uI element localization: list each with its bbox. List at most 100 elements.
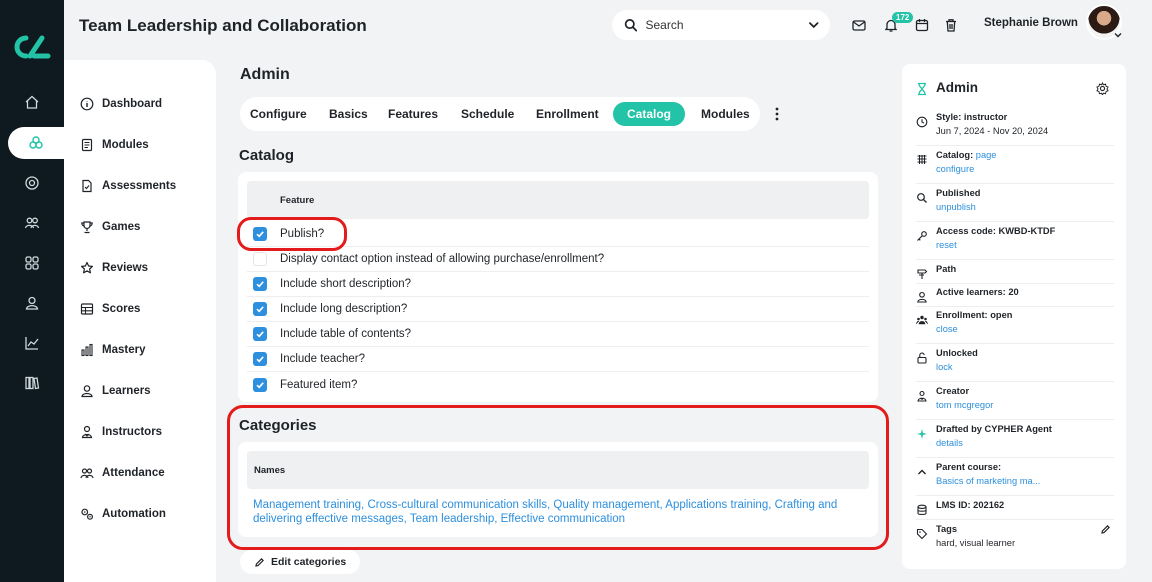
instructor-icon bbox=[81, 425, 93, 439]
tab-basics[interactable]: Basics bbox=[319, 102, 378, 126]
rail-people-icon[interactable] bbox=[0, 207, 64, 239]
tab-schedule[interactable]: Schedule bbox=[451, 102, 524, 126]
publish-checkbox[interactable] bbox=[253, 227, 267, 241]
catalog-configure-link[interactable]: configure bbox=[936, 162, 996, 176]
panel-item-label: Drafted by CYPHER Agent bbox=[936, 424, 1052, 434]
search-box[interactable] bbox=[612, 10, 830, 40]
panel-item-tags: Tags hard, visual learner bbox=[916, 522, 1114, 558]
category-link[interactable]: Effective communication bbox=[501, 513, 625, 525]
panel-item-label: Path bbox=[936, 264, 957, 274]
sidebar-item-mastery[interactable]: Mastery bbox=[80, 341, 145, 359]
feature-row-table-of-contents[interactable]: Include table of contents? bbox=[247, 322, 869, 347]
feature-label: Featured item? bbox=[280, 378, 358, 391]
sidebar-item-label: Dashboard bbox=[102, 98, 163, 110]
star-icon bbox=[81, 261, 93, 274]
tab-bar: Configure Basics Features Schedule Enrol… bbox=[240, 97, 760, 131]
contact-option-checkbox[interactable] bbox=[253, 252, 267, 266]
feature-label: Include short description? bbox=[280, 278, 412, 290]
calendar-icon[interactable] bbox=[914, 17, 930, 33]
feature-row-teacher[interactable]: Include teacher? bbox=[247, 347, 869, 372]
creator-link[interactable]: tom mcgregor bbox=[936, 398, 993, 412]
table-icon bbox=[80, 303, 94, 315]
app-logo-icon[interactable] bbox=[12, 32, 52, 62]
sidebar-item-automation[interactable]: Automation bbox=[80, 505, 166, 523]
panel-item-label: Access code: KWBD-KTDF bbox=[936, 226, 1056, 236]
check-icon bbox=[256, 306, 264, 313]
tab-modules[interactable]: Modules bbox=[691, 102, 760, 126]
sidebar-item-modules[interactable]: Modules bbox=[80, 136, 149, 154]
user-name[interactable]: Stephanie Brown bbox=[984, 17, 1078, 29]
sidebar-item-games[interactable]: Games bbox=[80, 218, 140, 236]
gears-icon bbox=[81, 508, 94, 520]
rail-user-icon[interactable] bbox=[0, 287, 64, 319]
catalog-page-link[interactable]: page bbox=[976, 150, 997, 160]
more-options-icon[interactable] bbox=[772, 106, 782, 122]
panel-item-label: Enrollment: open bbox=[936, 310, 1013, 320]
sidebar-item-attendance[interactable]: Attendance bbox=[80, 464, 165, 482]
trophy-icon bbox=[81, 221, 93, 234]
panel-item-label: Active learners: 20 bbox=[936, 287, 1019, 297]
clock-icon bbox=[916, 116, 928, 128]
user-icon bbox=[81, 385, 93, 398]
panel-item-label: Tags bbox=[936, 524, 958, 534]
feature-row-publish[interactable]: Publish? bbox=[247, 222, 869, 247]
sidebar-item-learners[interactable]: Learners bbox=[80, 382, 151, 400]
details-link[interactable]: details bbox=[936, 436, 1052, 450]
rail-chart-icon[interactable] bbox=[0, 327, 64, 359]
long-description-checkbox[interactable] bbox=[253, 302, 267, 316]
unpublish-link[interactable]: unpublish bbox=[936, 200, 980, 214]
teacher-checkbox[interactable] bbox=[253, 352, 267, 366]
tab-enrollment[interactable]: Enrollment bbox=[526, 102, 609, 126]
rail-target-icon[interactable] bbox=[0, 167, 64, 199]
tab-catalog[interactable]: Catalog bbox=[613, 102, 686, 126]
sidebar-item-dashboard[interactable]: Dashboard bbox=[80, 95, 162, 113]
feature-row-short-description[interactable]: Include short description? bbox=[247, 272, 869, 297]
check-icon bbox=[256, 381, 264, 388]
edit-categories-button[interactable]: Edit categories bbox=[240, 550, 361, 574]
check-icon bbox=[256, 356, 264, 363]
document-icon bbox=[82, 179, 92, 193]
category-link[interactable]: Team leadership bbox=[410, 513, 494, 525]
grid-icon bbox=[917, 155, 927, 164]
panel-item-label: Style: instructor bbox=[936, 112, 1008, 122]
category-link[interactable]: Quality management bbox=[553, 499, 659, 511]
trash-icon[interactable] bbox=[943, 17, 959, 33]
sidebar-item-instructors[interactable]: Instructors bbox=[80, 423, 162, 441]
feature-row-featured[interactable]: Featured item? bbox=[247, 372, 869, 397]
sidebar-item-assessments[interactable]: Assessments bbox=[80, 177, 176, 195]
close-enrollment-link[interactable]: close bbox=[936, 322, 1012, 336]
lock-link[interactable]: lock bbox=[936, 360, 978, 374]
feature-row-long-description[interactable]: Include long description? bbox=[247, 297, 869, 322]
settings-gear-icon[interactable] bbox=[1096, 82, 1109, 95]
chevron-down-icon[interactable] bbox=[808, 19, 820, 31]
tags-value: hard, visual learner bbox=[936, 538, 1016, 548]
short-description-checkbox[interactable] bbox=[253, 277, 267, 291]
panel-item-catalog: Catalog: page configure bbox=[916, 148, 1114, 184]
edit-tags-pencil-icon[interactable] bbox=[1100, 524, 1111, 535]
rail-home-icon[interactable] bbox=[0, 86, 64, 118]
rail-grid-icon[interactable] bbox=[0, 247, 64, 279]
rail-library-icon[interactable] bbox=[0, 367, 64, 399]
tab-configure[interactable]: Configure bbox=[240, 102, 317, 126]
mail-icon[interactable] bbox=[851, 17, 867, 33]
sidebar: Dashboard Modules Assessments Games Revi… bbox=[64, 60, 216, 582]
table-of-contents-checkbox[interactable] bbox=[253, 327, 267, 341]
avatar-chevron-down-icon[interactable] bbox=[1113, 30, 1123, 40]
rail-modules-icon[interactable] bbox=[8, 127, 64, 159]
sidebar-item-scores[interactable]: Scores bbox=[80, 300, 140, 318]
page-title: Admin bbox=[240, 66, 290, 83]
feature-row-contact-option[interactable]: Display contact option instead of allowi… bbox=[247, 247, 869, 272]
sidebar-item-reviews[interactable]: Reviews bbox=[80, 259, 148, 277]
category-link[interactable]: Cross-cultural communication skills bbox=[367, 499, 547, 511]
parent-course-link[interactable]: Basics of marketing ma... bbox=[936, 474, 1040, 488]
search-input[interactable] bbox=[645, 18, 801, 32]
category-link[interactable]: Management training bbox=[253, 499, 361, 511]
featured-checkbox[interactable] bbox=[253, 377, 267, 392]
tab-features[interactable]: Features bbox=[378, 102, 448, 126]
panel-item-label: Parent course: bbox=[936, 462, 1002, 472]
reset-link[interactable]: reset bbox=[936, 238, 1055, 252]
panel-item-path: Path bbox=[916, 262, 1114, 284]
sidebar-item-label: Scores bbox=[102, 303, 141, 315]
panel-item-creator: Creator tom mcgregor bbox=[916, 384, 1114, 420]
category-link[interactable]: Applications training bbox=[665, 499, 768, 511]
